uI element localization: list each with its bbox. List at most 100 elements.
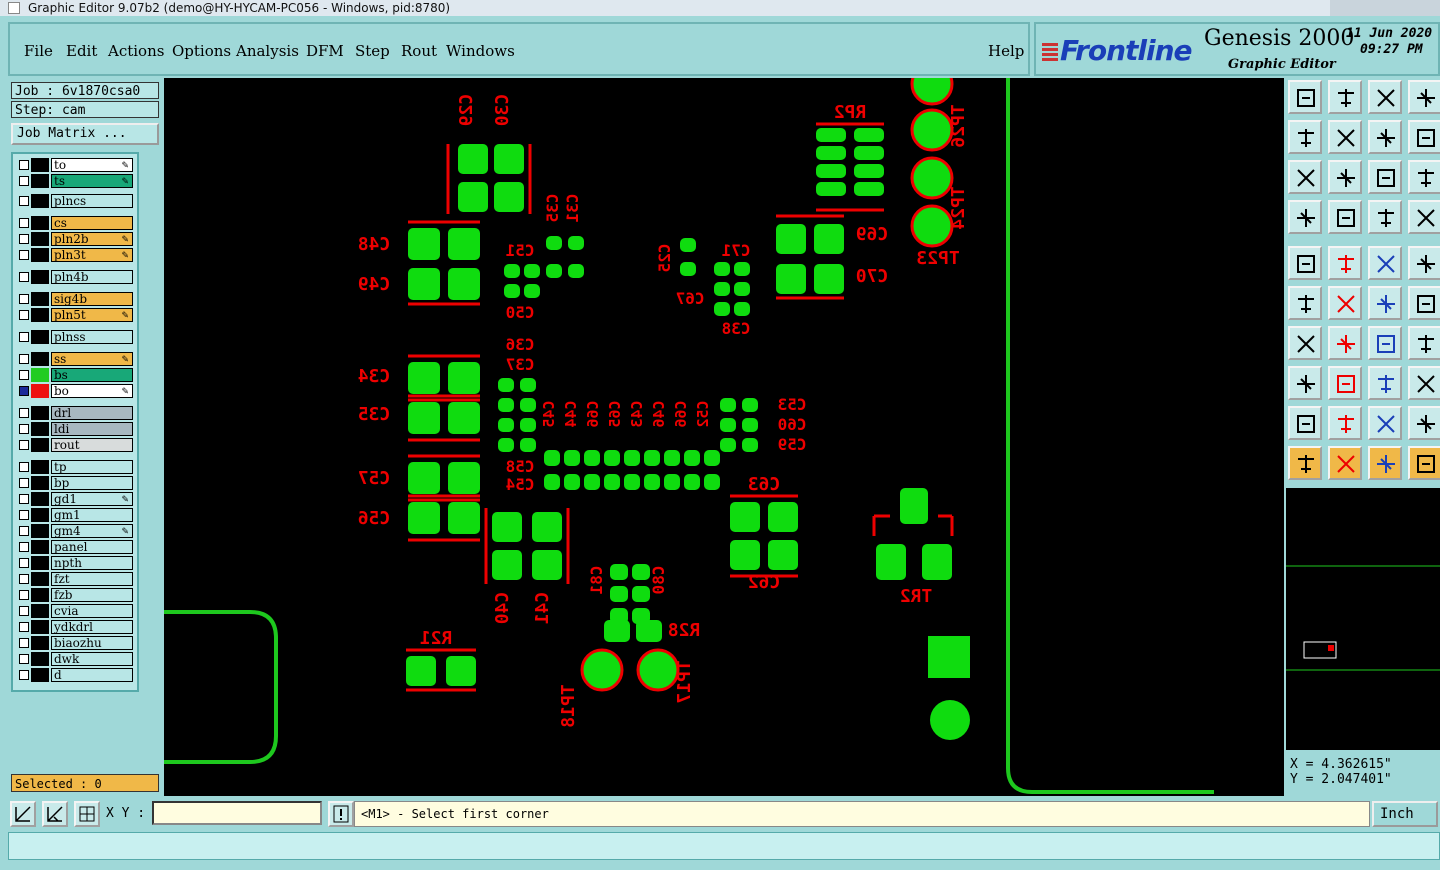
layer-color-swatch[interactable] — [31, 248, 49, 262]
layer-row-bs[interactable]: bs — [15, 368, 133, 382]
layer-checkbox[interactable] — [19, 654, 29, 664]
menu-step[interactable]: Step — [355, 42, 390, 60]
layer-color-swatch[interactable] — [31, 476, 49, 490]
command-bar[interactable] — [8, 832, 1440, 860]
tool-arc-button[interactable] — [1368, 326, 1402, 360]
layer-row-sig4b[interactable]: sig4b — [15, 292, 133, 306]
layer-checkbox[interactable] — [19, 638, 29, 648]
layer-checkbox[interactable] — [19, 440, 29, 450]
tool-tri-c-button[interactable] — [1368, 406, 1402, 440]
menu-help[interactable]: Help — [988, 42, 1024, 60]
tool-copy-button[interactable] — [1328, 246, 1362, 280]
layer-name[interactable]: npth — [51, 556, 133, 570]
layer-color-swatch[interactable] — [31, 492, 49, 506]
layer-row-gm4[interactable]: gm4 ✎ — [15, 524, 133, 538]
layer-color-swatch[interactable] — [31, 460, 49, 474]
layer-color-swatch[interactable] — [31, 270, 49, 284]
layer-color-swatch[interactable] — [31, 384, 49, 398]
layer-row-ss[interactable]: ss ✎ — [15, 352, 133, 366]
layer-checkbox[interactable] — [19, 176, 29, 186]
layer-checkbox[interactable] — [19, 294, 29, 304]
layer-checkbox[interactable] — [19, 526, 29, 536]
tool-snap-net2-button[interactable] — [1408, 200, 1440, 234]
layer-color-swatch[interactable] — [31, 508, 49, 522]
layer-name[interactable]: cs — [51, 216, 133, 230]
layer-row-ldi[interactable]: ldi — [15, 422, 133, 436]
layer-checkbox[interactable] — [19, 424, 29, 434]
layer-checkbox[interactable] — [19, 606, 29, 616]
layer-name[interactable]: pln4b — [51, 270, 133, 284]
layer-checkbox[interactable] — [19, 494, 29, 504]
tool-line-dot-button[interactable] — [1368, 286, 1402, 320]
layer-row-biaozhu[interactable]: biaozhu — [15, 636, 133, 650]
layer-color-swatch[interactable] — [31, 604, 49, 618]
layer-name[interactable]: gm1 — [51, 508, 133, 522]
tool-camera-button[interactable] — [1288, 246, 1322, 280]
tool-tri-a-button[interactable] — [1288, 406, 1322, 440]
layer-row-cs[interactable]: cs — [15, 216, 133, 230]
layer-checkbox[interactable] — [19, 462, 29, 472]
layer-checkbox[interactable] — [19, 622, 29, 632]
layer-row-pln3t[interactable]: pln3t ✎ — [15, 248, 133, 262]
layer-color-swatch[interactable] — [31, 330, 49, 344]
tool-home-button[interactable] — [1368, 80, 1402, 114]
tool-ff-button[interactable] — [1408, 326, 1440, 360]
layer-row-bo[interactable]: bo ✎ — [15, 384, 133, 398]
tool-cursor-path-button[interactable] — [1408, 446, 1440, 480]
layer-name[interactable]: gd1 ✎ — [51, 492, 133, 506]
menu-rout[interactable]: Rout — [401, 42, 437, 60]
tool-measure-button[interactable] — [1368, 246, 1402, 280]
tool-snap-net-button[interactable] — [1368, 200, 1402, 234]
layer-name[interactable]: plnss — [51, 330, 133, 344]
tool-pan-right-button[interactable] — [1328, 120, 1362, 154]
layer-row-to[interactable]: to ✎ — [15, 158, 133, 172]
layer-row-cvia[interactable]: cvia — [15, 604, 133, 618]
layer-name[interactable]: ldi — [51, 422, 133, 436]
tool-pan-left-button[interactable] — [1288, 120, 1322, 154]
layer-color-swatch[interactable] — [31, 368, 49, 382]
layer-checkbox[interactable] — [19, 250, 29, 260]
layer-name[interactable]: biaozhu — [51, 636, 133, 650]
tool-rotate-button[interactable] — [1368, 120, 1402, 154]
layer-name[interactable]: sig4b — [51, 292, 133, 306]
layer-color-swatch[interactable] — [31, 352, 49, 366]
tool-help-button[interactable] — [1408, 160, 1440, 194]
layer-row-pln5t[interactable]: pln5t ✎ — [15, 308, 133, 322]
layer-checkbox[interactable] — [19, 370, 29, 380]
tool-cursor-box-button[interactable] — [1328, 446, 1362, 480]
layer-name[interactable]: ydkdrl — [51, 620, 133, 634]
layer-name[interactable]: dwk — [51, 652, 133, 666]
layer-color-swatch[interactable] — [31, 422, 49, 436]
layer-checkbox[interactable] — [19, 386, 29, 396]
layer-color-swatch[interactable] — [31, 194, 49, 208]
layer-name[interactable]: tp — [51, 460, 133, 474]
layer-row-npth[interactable]: npth — [15, 556, 133, 570]
pcb-view[interactable]: C29 C30 RP2 TP26TP24TP23C35 C31C48C49C51C50C… — [164, 78, 1284, 796]
tool-fit-button[interactable] — [1288, 160, 1322, 194]
menu-file[interactable]: File — [24, 42, 53, 60]
layer-name[interactable]: pln2b ✎ — [51, 232, 133, 246]
menu-dfm[interactable]: DFM — [306, 42, 344, 60]
tool-mirror-button[interactable] — [1408, 120, 1440, 154]
layer-row-tp[interactable]: tp — [15, 460, 133, 474]
layer-name[interactable]: panel — [51, 540, 133, 554]
layer-checkbox[interactable] — [19, 510, 29, 520]
layer-row-bp[interactable]: bp — [15, 476, 133, 490]
layer-color-swatch[interactable] — [31, 232, 49, 246]
layer-row-drl[interactable]: drl — [15, 406, 133, 420]
layer-name[interactable]: gm4 ✎ — [51, 524, 133, 538]
layer-checkbox[interactable] — [19, 542, 29, 552]
overview-map[interactable] — [1286, 488, 1440, 750]
menu-options[interactable]: Options — [172, 42, 231, 60]
alert-button[interactable] — [328, 801, 354, 827]
tool-connect-button[interactable] — [1288, 286, 1322, 320]
layer-checkbox[interactable] — [19, 670, 29, 680]
layer-color-swatch[interactable] — [31, 540, 49, 554]
layer-checkbox[interactable] — [19, 218, 29, 228]
grid-button[interactable] — [74, 801, 100, 827]
layer-color-swatch[interactable] — [31, 636, 49, 650]
layer-color-swatch[interactable] — [31, 620, 49, 634]
layer-checkbox[interactable] — [19, 310, 29, 320]
layer-name[interactable]: bs — [51, 368, 133, 382]
layer-checkbox[interactable] — [19, 272, 29, 282]
